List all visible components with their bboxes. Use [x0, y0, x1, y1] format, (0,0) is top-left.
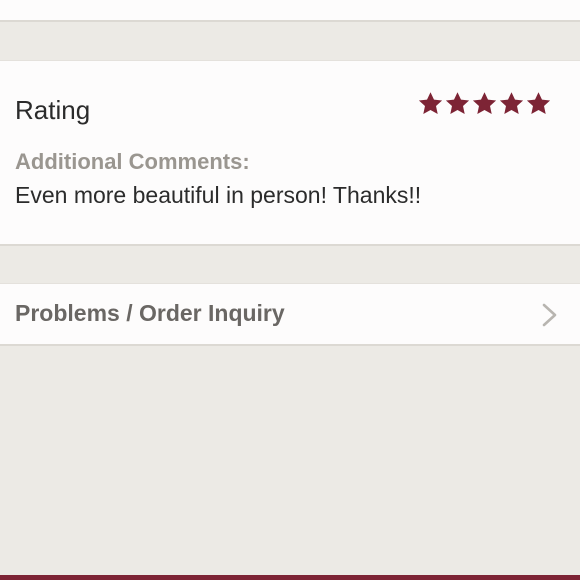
- star-icon: [418, 92, 443, 115]
- top-card: [0, 0, 580, 22]
- order-inquiry-button[interactable]: Problems / Order Inquiry: [0, 283, 580, 346]
- star-rating: [417, 90, 552, 118]
- bottom-accent-bar: [0, 575, 580, 580]
- star-icon: [472, 92, 497, 115]
- star-icon: [526, 92, 551, 115]
- rating-label: Rating: [15, 95, 91, 125]
- star-icon: [445, 92, 470, 115]
- order-inquiry-label: Problems / Order Inquiry: [15, 300, 285, 326]
- comments-text: Even more beautiful in person! Thanks!!: [15, 182, 422, 208]
- star-icon: [499, 92, 524, 115]
- chevron-right-icon: [542, 303, 557, 327]
- comments-label: Additional Comments:: [15, 149, 250, 174]
